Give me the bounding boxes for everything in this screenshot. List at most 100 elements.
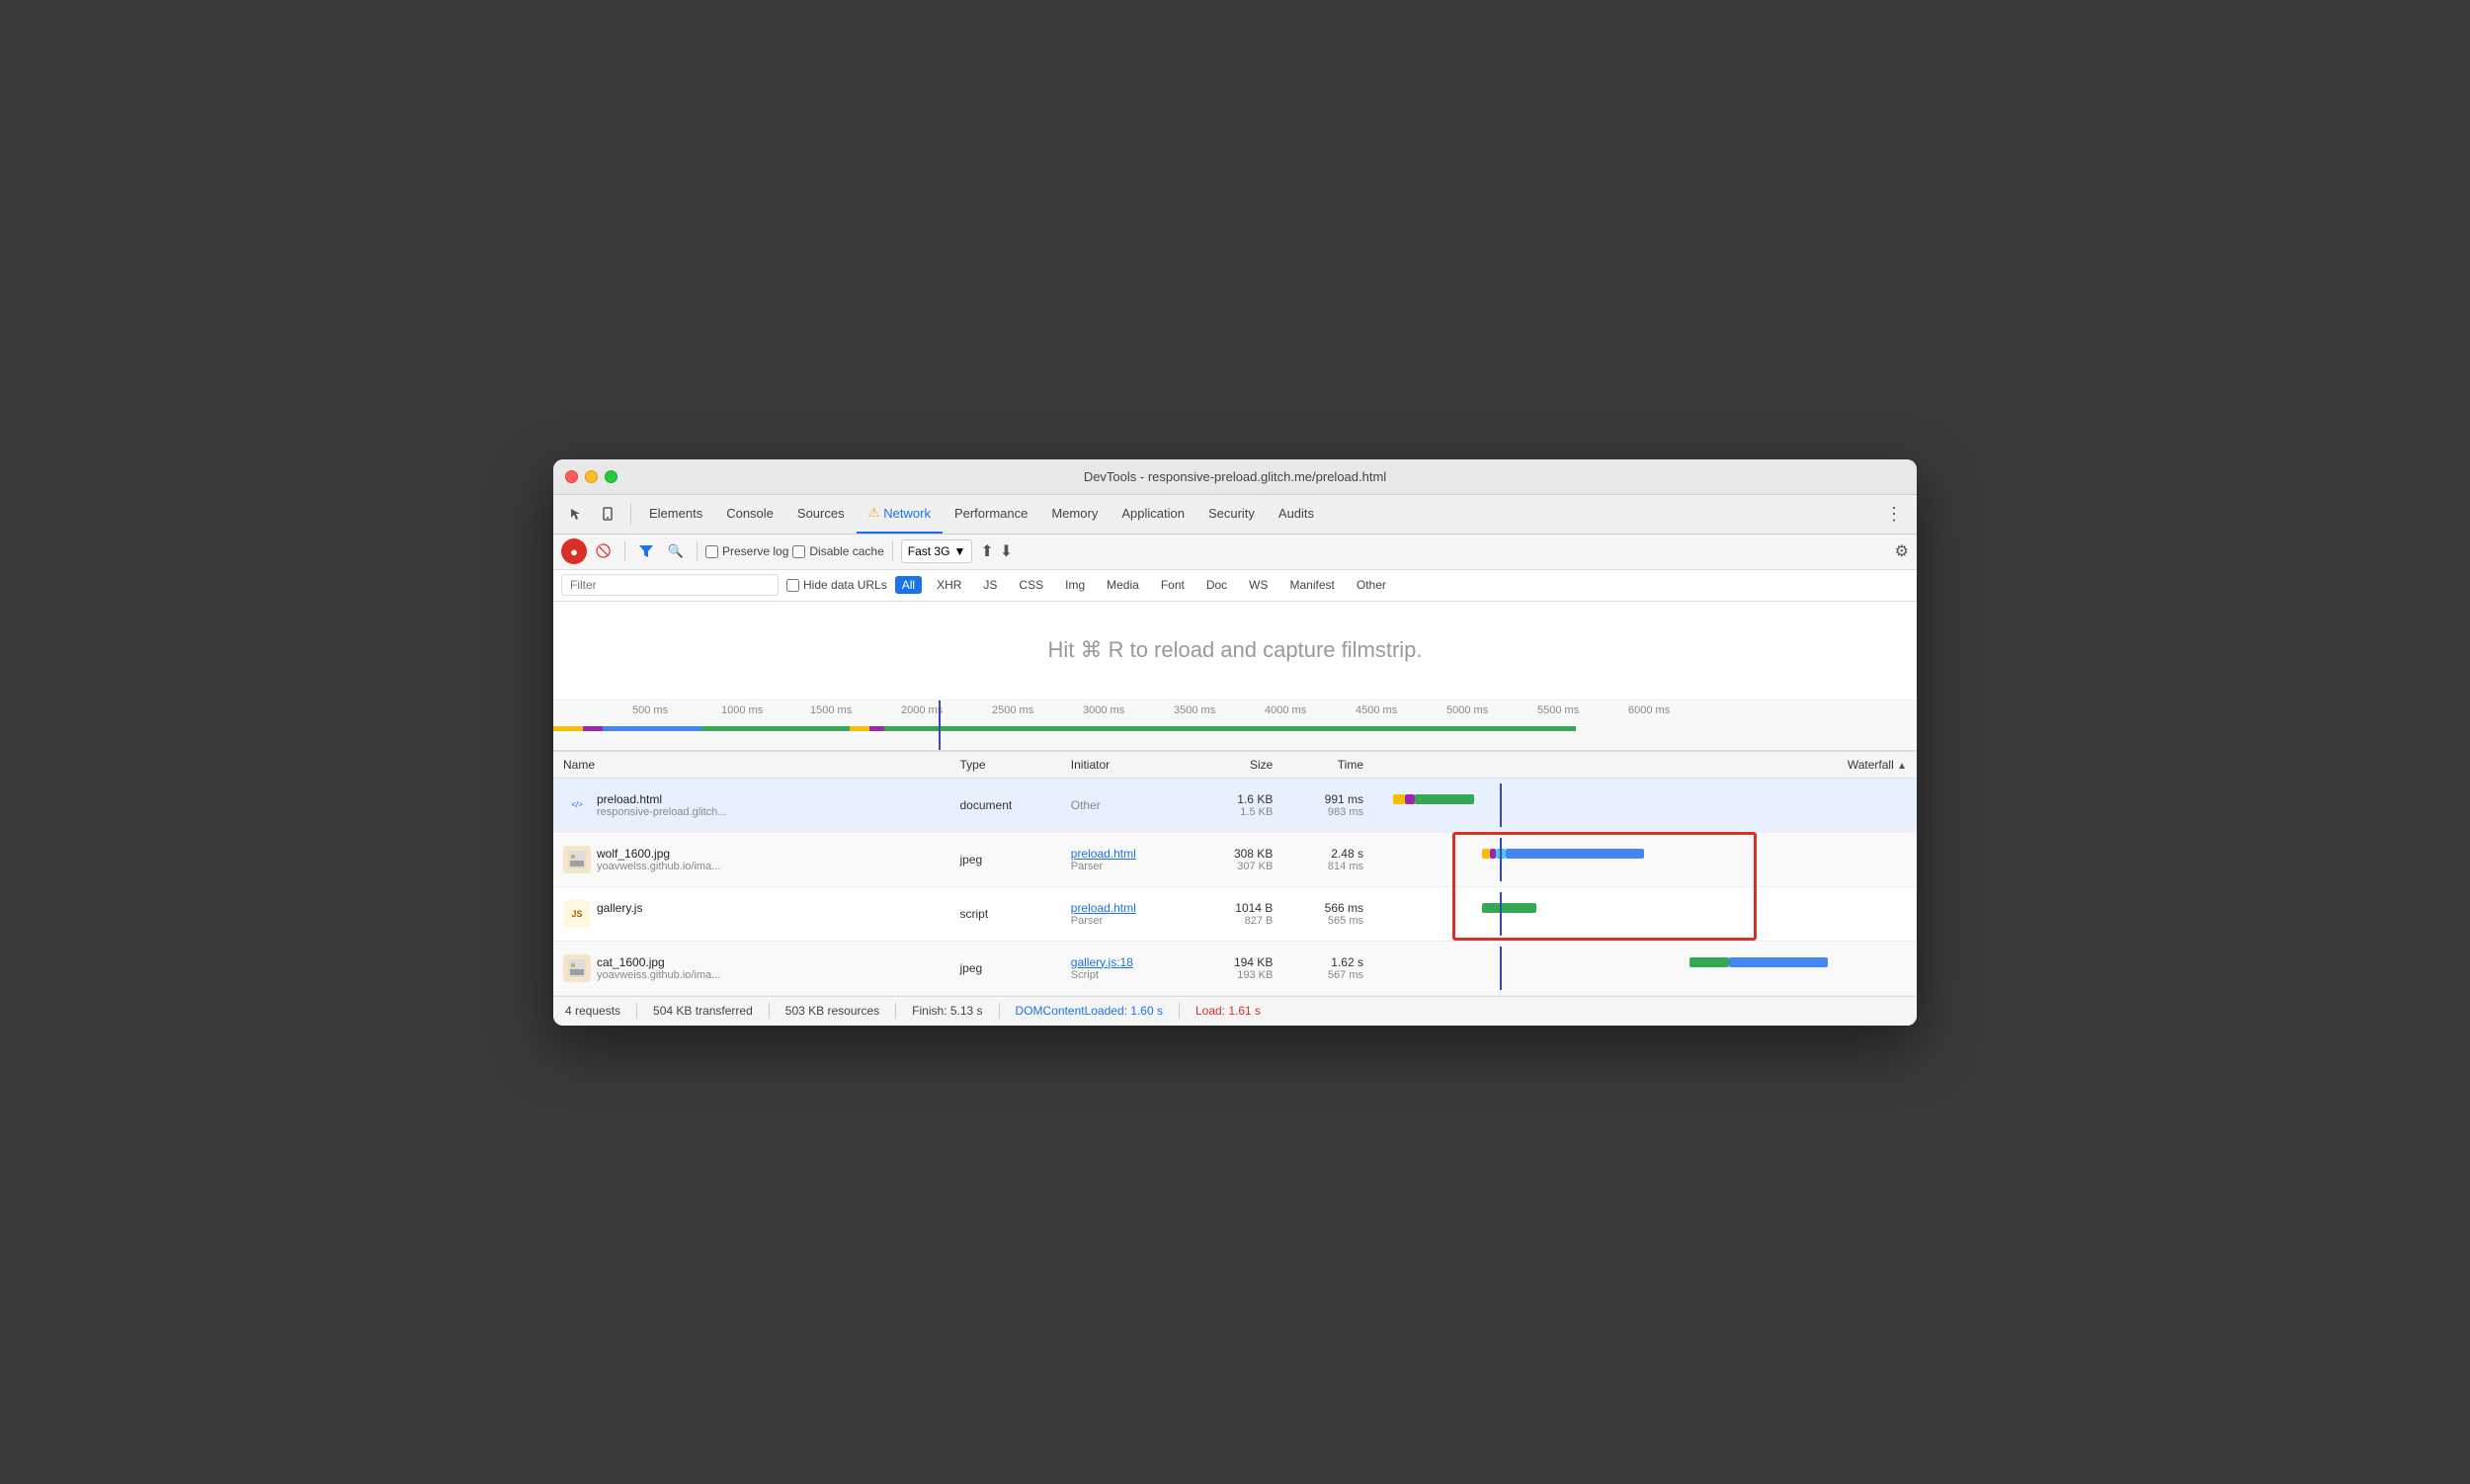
tick-4000: 4000 ms bbox=[1265, 704, 1306, 716]
download-icon[interactable]: ⬇ bbox=[1000, 541, 1013, 561]
nav-tabs: Elements Console Sources ⚠ Network Perfo… bbox=[553, 495, 1917, 535]
tab-application[interactable]: Application bbox=[1110, 494, 1196, 534]
tick-3500: 3500 ms bbox=[1174, 704, 1215, 716]
tab-sources[interactable]: Sources bbox=[785, 494, 857, 534]
filename-secondary: responsive-preload.glitch... bbox=[597, 806, 726, 818]
dom-content-loaded: DOMContentLoaded: 1.60 s bbox=[1016, 1004, 1163, 1018]
preserve-log-checkbox[interactable]: Preserve log bbox=[705, 544, 788, 558]
toolbar-divider-2 bbox=[697, 541, 698, 561]
tick-6000: 6000 ms bbox=[1628, 704, 1670, 716]
col-time[interactable]: Time bbox=[1282, 751, 1373, 778]
transferred-size: 504 KB transferred bbox=[653, 1004, 753, 1018]
table-row[interactable]: JS gallery.js script preload.html bbox=[553, 886, 1917, 941]
status-divider-2 bbox=[769, 1003, 770, 1019]
mobile-icon[interactable] bbox=[593, 499, 622, 529]
tick-4500: 4500 ms bbox=[1356, 704, 1397, 716]
tick-1000: 1000 ms bbox=[721, 704, 763, 716]
type-cell: document bbox=[950, 778, 1061, 832]
filter-type-img[interactable]: Img bbox=[1058, 576, 1092, 594]
tab-elements[interactable]: Elements bbox=[637, 494, 714, 534]
size-cell: 1014 B 827 B bbox=[1193, 886, 1283, 941]
table-row[interactable]: </> preload.html responsive-preload.glit… bbox=[553, 778, 1917, 832]
waterfall-cell-3 bbox=[1373, 886, 1917, 941]
filter-type-xhr[interactable]: XHR bbox=[930, 576, 968, 594]
file-icon-jpeg bbox=[563, 846, 591, 873]
titlebar: DevTools - responsive-preload.glitch.me/… bbox=[553, 459, 1917, 495]
load-time: Load: 1.61 s bbox=[1195, 1004, 1261, 1018]
col-waterfall[interactable]: Waterfall ▲ bbox=[1373, 751, 1917, 778]
col-initiator[interactable]: Initiator bbox=[1061, 751, 1193, 778]
filter-icon[interactable] bbox=[633, 538, 659, 564]
filter-type-media[interactable]: Media bbox=[1100, 576, 1146, 594]
table-row[interactable]: wolf_1600.jpg yoavweiss.github.io/ima...… bbox=[553, 832, 1917, 886]
filter-type-all[interactable]: All bbox=[895, 576, 922, 594]
type-cell: jpeg bbox=[950, 832, 1061, 886]
more-options-icon[interactable]: ⋮ bbox=[1879, 499, 1909, 529]
clear-button[interactable]: 🚫 bbox=[591, 538, 617, 564]
waterfall-cell-2 bbox=[1373, 832, 1917, 886]
filename-primary: preload.html bbox=[597, 792, 726, 806]
chevron-down-icon: ▼ bbox=[953, 544, 965, 558]
sort-arrow-icon: ▲ bbox=[1897, 761, 1907, 772]
tab-memory[interactable]: Memory bbox=[1039, 494, 1110, 534]
size-cell: 1.6 KB 1.5 KB bbox=[1193, 778, 1283, 832]
disable-cache-checkbox[interactable]: Disable cache bbox=[792, 544, 883, 558]
hide-data-urls-checkbox[interactable]: Hide data URLs bbox=[786, 578, 887, 592]
waterfall-cell-4 bbox=[1373, 941, 1917, 995]
tick-3000: 3000 ms bbox=[1083, 704, 1124, 716]
filename-secondary bbox=[597, 915, 642, 927]
minimize-button[interactable] bbox=[585, 470, 598, 483]
filter-input[interactable] bbox=[561, 574, 779, 596]
filter-type-manifest[interactable]: Manifest bbox=[1283, 576, 1342, 594]
finish-time: Finish: 5.13 s bbox=[912, 1004, 982, 1018]
settings-icon[interactable]: ⚙ bbox=[1895, 541, 1909, 561]
filter-bar: Hide data URLs All XHR JS CSS Img Media … bbox=[553, 570, 1917, 602]
col-type[interactable]: Type bbox=[950, 751, 1061, 778]
col-size[interactable]: Size bbox=[1193, 751, 1283, 778]
search-icon[interactable]: 🔍 bbox=[663, 538, 689, 564]
name-cell: </> preload.html responsive-preload.glit… bbox=[553, 778, 950, 832]
size-cell: 308 KB 307 KB bbox=[1193, 832, 1283, 886]
file-icon-jpeg-2 bbox=[563, 954, 591, 982]
close-button[interactable] bbox=[565, 470, 578, 483]
filename-primary: gallery.js bbox=[597, 901, 642, 915]
initiator-cell: preload.html Parser bbox=[1061, 886, 1193, 941]
col-name[interactable]: Name bbox=[553, 751, 950, 778]
devtools-body: Elements Console Sources ⚠ Network Perfo… bbox=[553, 495, 1917, 1026]
nav-divider-1 bbox=[630, 503, 631, 525]
filter-type-js[interactable]: JS bbox=[976, 576, 1004, 594]
filmstrip-area: Hit ⌘ R to reload and capture filmstrip. bbox=[553, 602, 1917, 701]
devtools-window: DevTools - responsive-preload.glitch.me/… bbox=[553, 459, 1917, 1026]
tab-audits[interactable]: Audits bbox=[1267, 494, 1326, 534]
network-table-wrapper: Name Type Initiator Size Time bbox=[553, 751, 1917, 996]
tab-performance[interactable]: Performance bbox=[943, 494, 1039, 534]
requests-count: 4 requests bbox=[565, 1004, 620, 1018]
filter-type-other[interactable]: Other bbox=[1350, 576, 1393, 594]
tab-security[interactable]: Security bbox=[1196, 494, 1267, 534]
initiator-cell: preload.html Parser bbox=[1061, 832, 1193, 886]
toolbar-divider-1 bbox=[624, 541, 625, 561]
maximize-button[interactable] bbox=[605, 470, 618, 483]
cursor-icon[interactable] bbox=[561, 499, 591, 529]
filter-type-css[interactable]: CSS bbox=[1012, 576, 1050, 594]
toolbar: ● 🚫 🔍 Preserve log Disable cache Fast 3G bbox=[553, 535, 1917, 570]
filter-type-doc[interactable]: Doc bbox=[1199, 576, 1234, 594]
record-button[interactable]: ● bbox=[561, 538, 587, 564]
tab-console[interactable]: Console bbox=[714, 494, 785, 534]
timeline-ruler: 500 ms 1000 ms 1500 ms 2000 ms 2500 ms 3… bbox=[553, 701, 1917, 751]
time-cell: 991 ms 983 ms bbox=[1282, 778, 1373, 832]
throttle-dropdown[interactable]: Fast 3G ▼ bbox=[901, 539, 973, 563]
status-divider-1 bbox=[636, 1003, 637, 1019]
filename-secondary: yoavweiss.github.io/ima... bbox=[597, 969, 720, 981]
status-divider-3 bbox=[895, 1003, 896, 1019]
table-row[interactable]: cat_1600.jpg yoavweiss.github.io/ima... … bbox=[553, 941, 1917, 995]
upload-icon[interactable]: ⬆ bbox=[980, 541, 993, 561]
filename-primary: wolf_1600.jpg bbox=[597, 847, 720, 861]
filmstrip-hint: Hit ⌘ R to reload and capture filmstrip. bbox=[1047, 637, 1422, 663]
filename-primary: cat_1600.jpg bbox=[597, 955, 720, 969]
filter-type-ws[interactable]: WS bbox=[1242, 576, 1275, 594]
initiator-cell: gallery.js:18 Script bbox=[1061, 941, 1193, 995]
filter-type-font[interactable]: Font bbox=[1154, 576, 1192, 594]
tab-network[interactable]: ⚠ Network bbox=[857, 494, 943, 534]
toolbar-divider-3 bbox=[892, 541, 893, 561]
